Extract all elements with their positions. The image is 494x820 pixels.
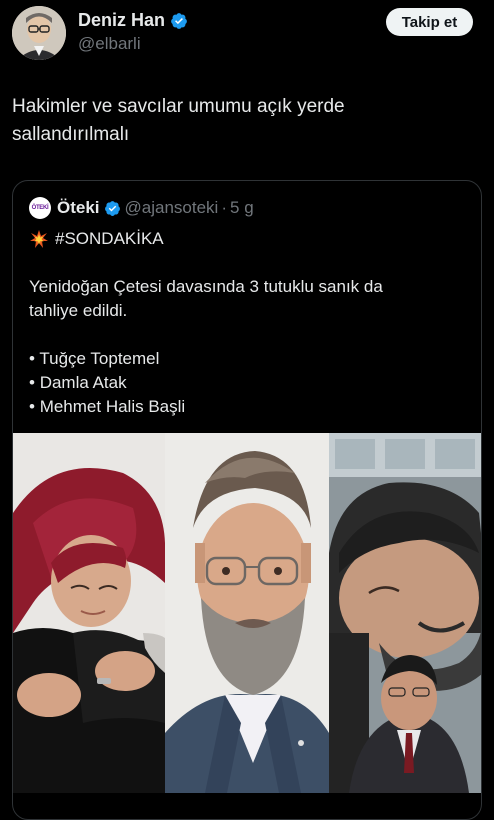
quoted-avatar[interactable]: ÖTEKİ — [29, 197, 51, 219]
avatar[interactable] — [12, 6, 66, 60]
media-collage[interactable] — [13, 433, 481, 793]
quoted-timestamp[interactable]: 5 g — [230, 198, 254, 218]
list-item: Damla Atak — [29, 371, 469, 395]
defendant-list: Tuğçe Toptemel Damla Atak Mehmet Halis B… — [29, 347, 469, 419]
photo-two-men-courthouse[interactable] — [329, 433, 481, 793]
hashtag-line: #SONDAKİKA — [29, 227, 469, 251]
quoted-display-name[interactable]: Öteki — [57, 198, 100, 218]
tweet-header: Deniz Han @elbarli Takip et — [0, 0, 494, 70]
quoted-tweet-body: #SONDAKİKA Yenidoğan Çetesi davasında 3 … — [29, 227, 469, 419]
hashtag-link[interactable]: #SONDAKİKA — [55, 227, 164, 251]
verified-badge-icon — [104, 200, 120, 216]
collision-icon — [30, 230, 48, 248]
quoted-tweet-card[interactable]: ÖTEKİ Öteki @ajansoteki · 5 g #SONDAKİKA… — [12, 180, 482, 820]
list-item: Mehmet Halis Başli — [29, 395, 469, 419]
author-handle[interactable]: @elbarli — [78, 34, 141, 54]
quoted-text-line-1: Yenidoğan Çetesi davasında 3 tutuklu san… — [29, 277, 383, 296]
quoted-tweet-header: ÖTEKİ Öteki @ajansoteki · 5 g — [29, 197, 254, 219]
follow-button[interactable]: Takip et — [386, 8, 473, 36]
quoted-handle[interactable]: @ajansoteki — [125, 198, 219, 218]
separator-dot: · — [221, 198, 228, 217]
author-name-row[interactable]: Deniz Han — [78, 10, 188, 31]
quoted-text-line-2: tahliye edildi. — [29, 301, 128, 320]
quoted-avatar-logo-text: ÖTEKİ — [31, 205, 49, 211]
tweet-text: Hakimler ve savcılar umumu açık yerde sa… — [12, 96, 345, 145]
photo-bearded-man-glasses[interactable] — [165, 433, 329, 793]
verified-badge-icon — [171, 12, 187, 29]
photo-woman-red-hair[interactable] — [13, 433, 165, 793]
author-display-name[interactable]: Deniz Han — [78, 10, 165, 31]
list-item: Tuğçe Toptemel — [29, 347, 469, 371]
